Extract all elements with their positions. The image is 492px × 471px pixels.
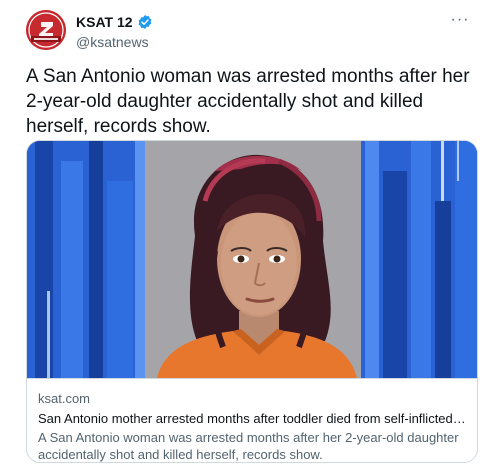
card-title[interactable]: San Antonio mother arrested months after… xyxy=(38,410,468,427)
handle[interactable]: @ksatnews xyxy=(76,34,153,50)
ksat-12-logo-icon xyxy=(26,10,66,50)
card-image[interactable] xyxy=(27,141,477,378)
author-block: KSAT 12 @ksatnews xyxy=(76,13,153,50)
link-card[interactable]: ksat.com San Antonio mother arrested mon… xyxy=(26,140,478,463)
card-domain: ksat.com xyxy=(38,391,91,406)
name-row: KSAT 12 xyxy=(76,13,153,31)
avatar[interactable] xyxy=(26,10,66,50)
tweet: KSAT 12 @ksatnews ··· A San Antonio woma… xyxy=(0,0,492,471)
display-name[interactable]: KSAT 12 xyxy=(76,14,133,30)
tweet-text: A San Antonio woman was arrested months … xyxy=(26,66,470,137)
more-options-button[interactable]: ··· xyxy=(446,10,474,30)
verified-badge-icon xyxy=(137,14,153,30)
more-horizontal-icon: ··· xyxy=(450,11,470,28)
card-meta: ksat.com San Antonio mother arrested mon… xyxy=(27,378,477,462)
card-description: A San Antonio woman was arrested months … xyxy=(38,430,459,462)
